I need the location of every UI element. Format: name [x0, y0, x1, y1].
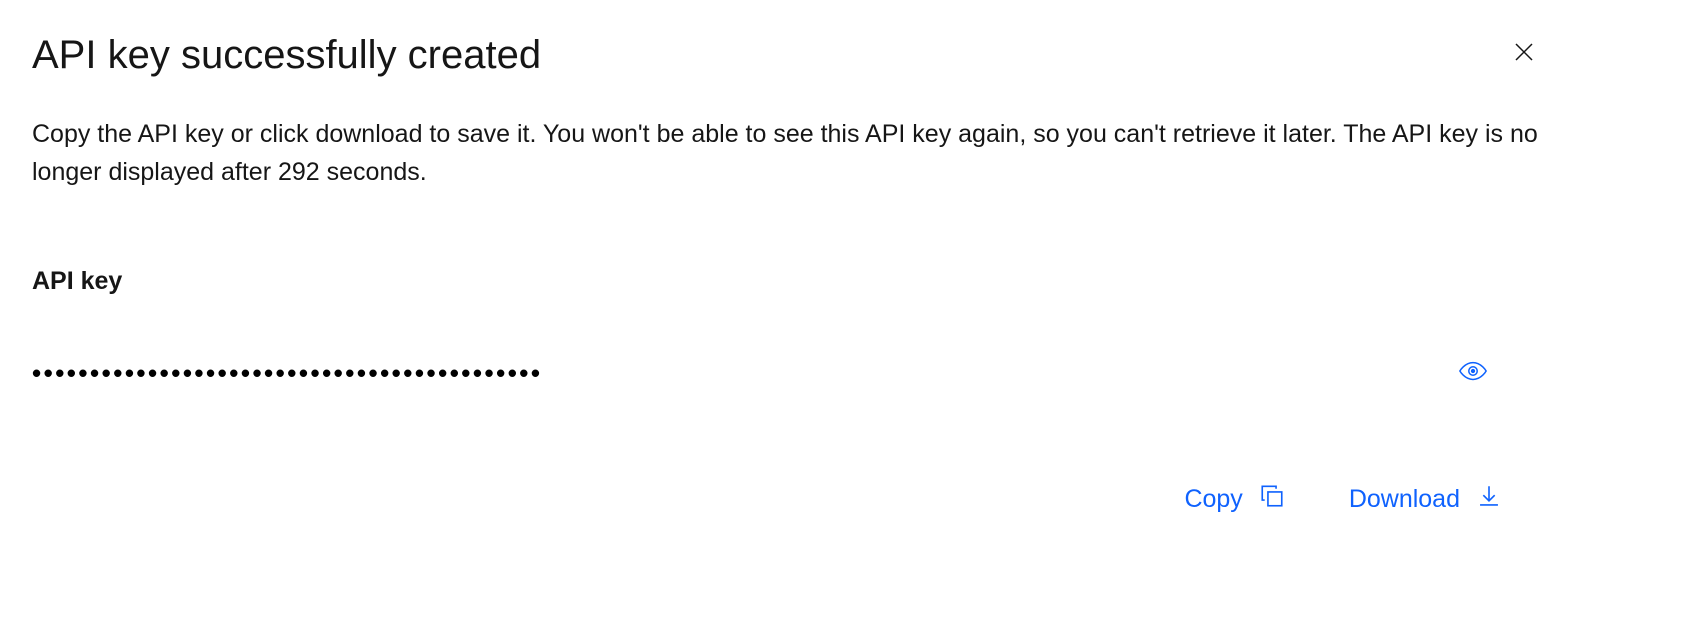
close-icon [1512, 40, 1536, 67]
api-key-row: ••••••••••••••••••••••••••••••••••••••••… [32, 352, 1672, 393]
download-icon [1476, 483, 1502, 516]
copy-icon [1259, 483, 1285, 516]
copy-button[interactable]: Copy [1184, 483, 1284, 516]
api-key-masked-value: ••••••••••••••••••••••••••••••••••••••••… [32, 360, 543, 386]
modal-title: API key successfully created [32, 30, 541, 80]
download-button-label: Download [1349, 485, 1460, 514]
modal-header: API key successfully created [32, 30, 1672, 80]
modal-description: Copy the API key or click download to sa… [32, 116, 1552, 191]
close-button[interactable] [1506, 34, 1542, 73]
download-button[interactable]: Download [1349, 483, 1502, 516]
modal-actions: Copy Download [32, 483, 1672, 516]
toggle-visibility-button[interactable] [1454, 352, 1492, 393]
copy-button-label: Copy [1184, 485, 1242, 514]
eye-icon [1458, 356, 1488, 389]
api-key-label: API key [32, 267, 1672, 296]
